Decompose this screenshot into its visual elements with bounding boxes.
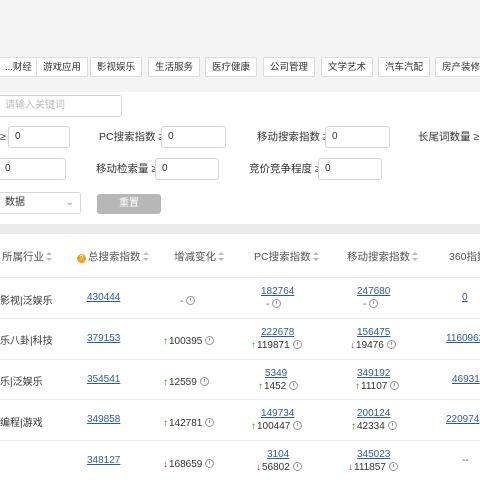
mobile-index-label: 移动搜索指数 ≥: [257, 131, 329, 143]
row-3-pc[interactable]: 5349: [265, 368, 287, 379]
filter-label-a: ≥: [0, 131, 6, 143]
reset-button[interactable]: 重置: [97, 194, 161, 214]
row-3-mobile[interactable]: 349192: [357, 368, 390, 379]
row-4-industry: 编程|游戏: [0, 418, 43, 429]
header-total-index[interactable]: ? 总搜索指数: [77, 247, 149, 267]
clock-icon: [205, 336, 215, 345]
header-industry[interactable]: 所属行业: [2, 247, 52, 267]
row-4-pc-change: 100447: [251, 421, 303, 432]
row-5-total[interactable]: 348127: [87, 455, 120, 466]
row-2-mobile-change: 19476: [350, 340, 396, 351]
filter-b-input[interactable]: 0: [0, 158, 66, 180]
row-1-360[interactable]: 0: [462, 292, 468, 303]
row-3-mobile-change: 11107: [355, 381, 400, 392]
category-bar: [0, 0, 480, 92]
clock-icon: [387, 421, 397, 430]
header-360-index[interactable]: 360指数: [449, 247, 480, 267]
category-chip-film[interactable]: 影视娱乐: [90, 57, 143, 77]
clock-icon: [289, 381, 299, 390]
clock-icon: [369, 299, 379, 308]
bid-competition-input[interactable]: 0: [318, 158, 382, 180]
clock-icon: [390, 381, 400, 390]
row-4-mobile[interactable]: 200124: [357, 408, 390, 419]
row-divider: [0, 440, 480, 441]
chevron-down-icon: ⌄: [65, 197, 74, 208]
row-5-change: 168659: [163, 459, 215, 470]
row-1-pc[interactable]: 182764: [261, 286, 294, 297]
clock-icon: [205, 418, 215, 427]
row-1-total[interactable]: 430444: [87, 292, 120, 303]
clock-icon: [293, 421, 303, 430]
clock-icon: [272, 299, 282, 308]
row-2-mobile[interactable]: 156475: [357, 327, 390, 338]
clock-icon: [199, 377, 209, 386]
row-5-pc-change: 56802: [256, 462, 302, 473]
category-chip-finance[interactable]: ...财经: [0, 57, 39, 77]
clock-icon: [292, 462, 302, 471]
category-chip-auto[interactable]: 汽车汽配: [378, 57, 431, 77]
row-1-mobile-change: -: [363, 299, 379, 310]
data-select-value: 数据: [5, 197, 25, 208]
keyword-placeholder: 请输入关键词: [5, 100, 65, 111]
clock-icon: [292, 340, 302, 349]
row-2-industry: 乐八卦|科技: [0, 336, 53, 347]
row-2-pc-change: 119871: [251, 340, 302, 351]
row-3-industry: 乐|泛娱乐: [0, 377, 43, 388]
category-chip-health[interactable]: 医疗健康: [205, 57, 258, 77]
row-1-mobile[interactable]: 247680: [357, 286, 390, 297]
mobile-check-label: 移动检索量 ≥: [96, 163, 158, 175]
row-2-pc[interactable]: 222678: [261, 327, 294, 338]
row-2-360[interactable]: 1160962: [446, 333, 480, 344]
pc-index-input[interactable]: 0: [161, 126, 226, 148]
row-4-total[interactable]: 349858: [87, 414, 120, 425]
row-5-mobile-change: 111857: [348, 462, 398, 473]
clock-icon: [386, 340, 396, 349]
header-mobile-index[interactable]: 移动搜索指数: [347, 247, 418, 267]
category-chip-games[interactable]: 游戏应用: [36, 57, 89, 77]
results-table: [0, 234, 480, 480]
row-4-mobile-change: 42334: [351, 421, 397, 432]
row-5-360: --: [462, 455, 469, 466]
keyword-search-input[interactable]: 请输入关键词: [0, 95, 122, 117]
row-3-total[interactable]: 354541: [87, 374, 120, 385]
row-2-change: 100395: [163, 336, 215, 347]
section-gap: [0, 224, 480, 234]
row-divider: [0, 277, 480, 278]
clock-icon: [205, 459, 215, 468]
row-divider: [0, 399, 480, 400]
category-chip-realestate[interactable]: 房产装修: [435, 57, 480, 77]
row-5-pc[interactable]: 3104: [267, 449, 289, 460]
row-2-total[interactable]: 379153: [87, 333, 120, 344]
bid-competition-label: 竞价竞争程度 ≥: [249, 163, 321, 175]
row-4-change: 142781: [163, 418, 215, 429]
row-3-360[interactable]: 46931: [452, 374, 480, 385]
category-chip-life[interactable]: 生活服务: [148, 57, 201, 77]
category-chip-literature[interactable]: 文学艺术: [321, 57, 374, 77]
header-change[interactable]: 增减变化: [174, 247, 224, 267]
pc-index-label: PC搜索指数 ≥: [99, 131, 165, 143]
clock-icon: [186, 296, 196, 305]
help-icon: ?: [77, 254, 86, 263]
row-3-pc-change: 1452: [258, 381, 299, 392]
row-1-industry: 影视|泛娱乐: [0, 296, 53, 307]
row-5-mobile[interactable]: 345023: [357, 449, 390, 460]
mobile-check-input[interactable]: 0: [155, 158, 219, 180]
row-4-pc[interactable]: 149734: [261, 408, 294, 419]
row-1-change: -: [180, 296, 196, 307]
mobile-index-input[interactable]: 0: [325, 126, 390, 148]
row-4-360[interactable]: 220974: [446, 414, 479, 425]
row-1-pc-change: -: [266, 299, 282, 310]
row-divider: [0, 359, 480, 360]
row-3-change: 12559: [163, 377, 209, 388]
filter-a-input[interactable]: 0: [8, 126, 70, 148]
category-chip-company[interactable]: 公司管理: [263, 57, 316, 77]
data-select[interactable]: 数据 ⌄: [0, 192, 81, 214]
longtail-label: 长尾词数量 ≥: [418, 131, 480, 143]
row-divider: [0, 318, 480, 319]
header-pc-index[interactable]: PC搜索指数: [254, 247, 319, 267]
clock-icon: [388, 462, 398, 471]
